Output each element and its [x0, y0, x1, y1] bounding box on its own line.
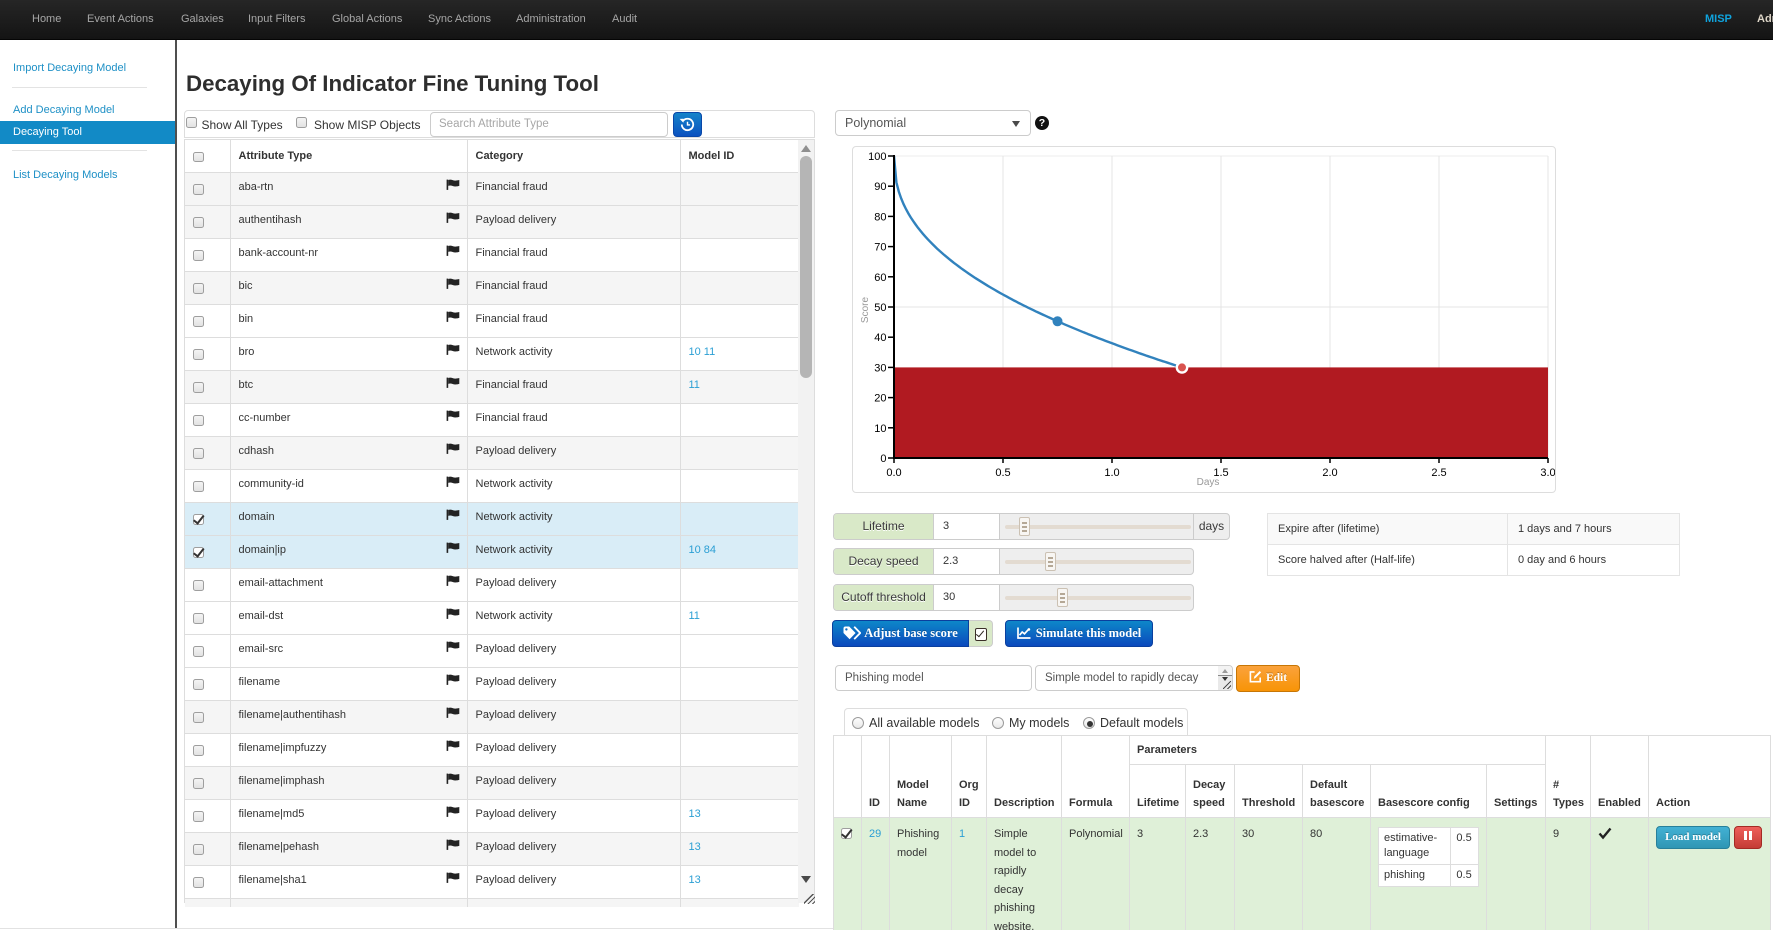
- svg-text:60: 60: [874, 272, 886, 284]
- svg-text:Score: Score: [860, 297, 871, 324]
- svg-text:100: 100: [868, 151, 886, 163]
- svg-text:50: 50: [874, 302, 886, 314]
- svg-text:70: 70: [874, 242, 886, 254]
- svg-text:30: 30: [874, 362, 886, 374]
- svg-text:3.0: 3.0: [1540, 467, 1555, 479]
- svg-text:90: 90: [874, 181, 886, 193]
- svg-text:0.5: 0.5: [995, 467, 1010, 479]
- svg-text:2.5: 2.5: [1431, 467, 1446, 479]
- svg-text:0: 0: [880, 453, 886, 465]
- svg-text:80: 80: [874, 211, 886, 223]
- svg-text:40: 40: [874, 332, 886, 344]
- svg-text:10: 10: [874, 423, 886, 435]
- svg-text:1.0: 1.0: [1104, 467, 1119, 479]
- svg-text:20: 20: [874, 393, 886, 405]
- svg-text:2.0: 2.0: [1322, 467, 1337, 479]
- svg-text:Days: Days: [1197, 477, 1220, 488]
- svg-text:0.0: 0.0: [886, 467, 901, 479]
